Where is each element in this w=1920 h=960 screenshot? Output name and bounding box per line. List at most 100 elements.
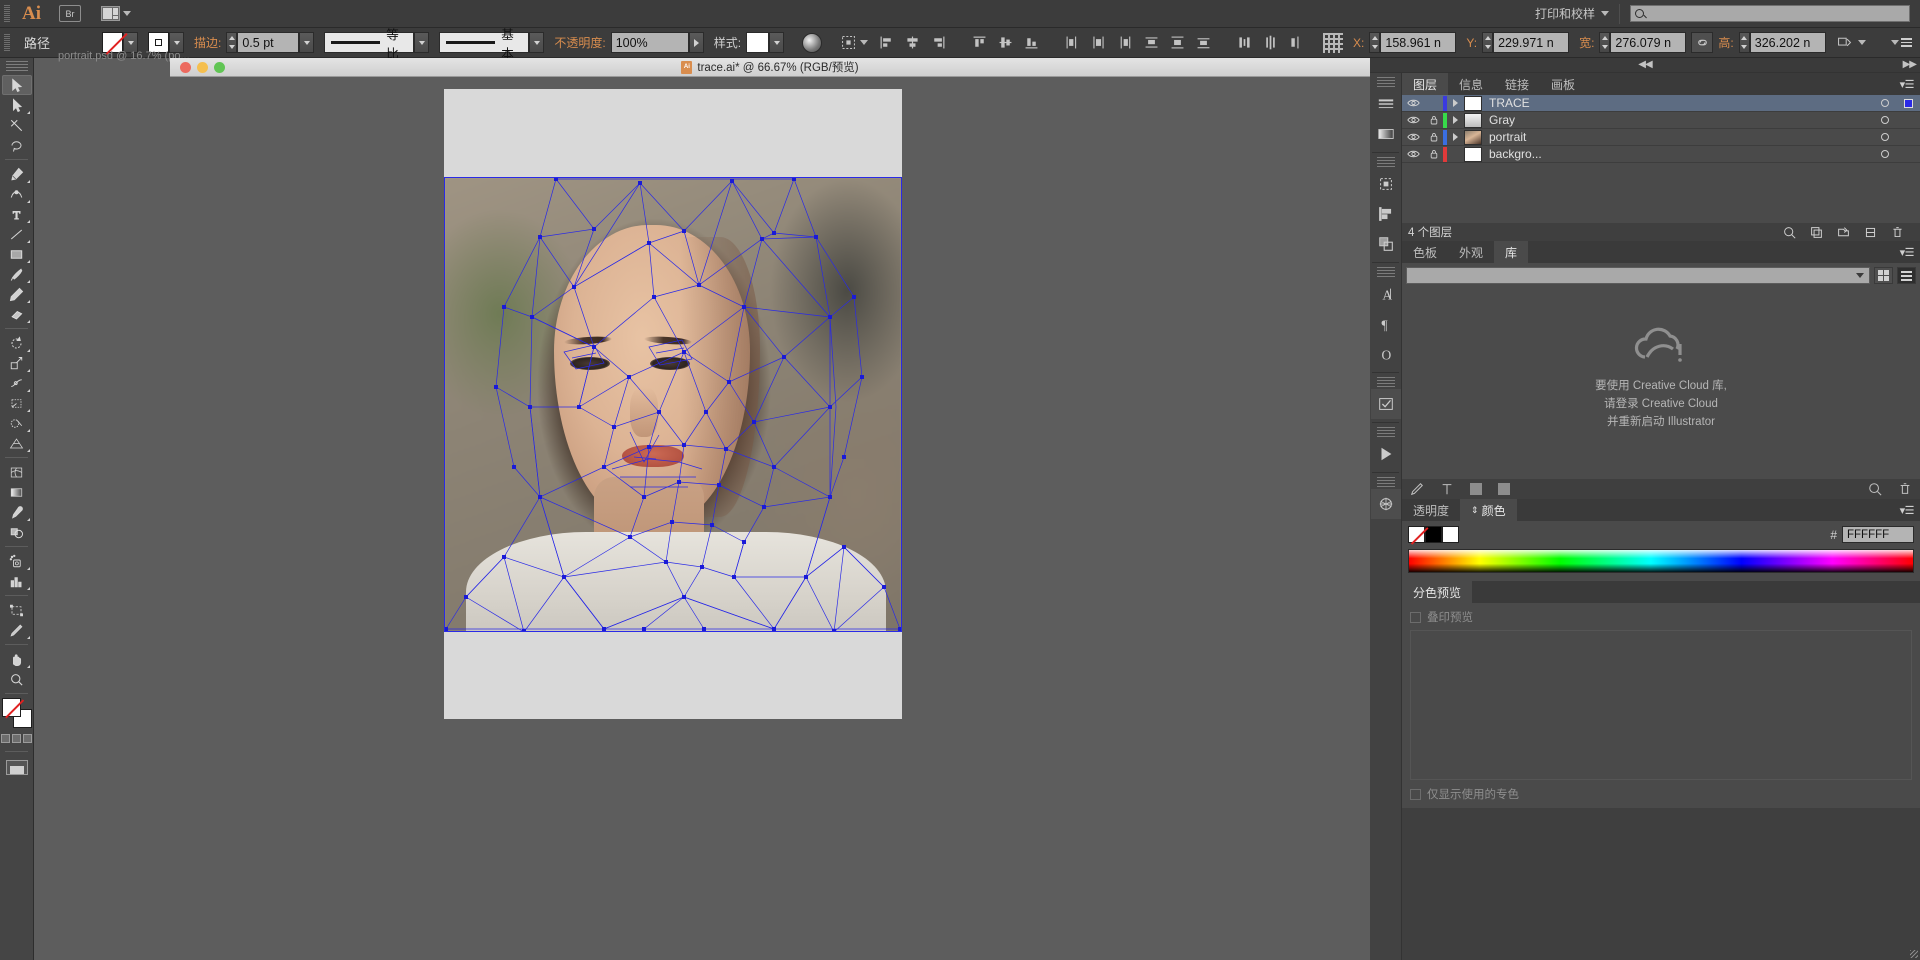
color-button[interactable]	[1, 734, 10, 743]
document-title-bar[interactable]: Ai trace.ai* @ 66.67% (RGB/预览)	[170, 58, 1370, 77]
create-new-layer-icon[interactable]	[1864, 226, 1877, 239]
tab-artboards[interactable]: 画板	[1540, 73, 1587, 95]
align-bottom-icon[interactable]	[1023, 34, 1040, 51]
tab-transparency[interactable]: 透明度	[1402, 499, 1461, 521]
transform-options-button[interactable]	[1836, 34, 1866, 51]
layer-name[interactable]: portrait	[1489, 130, 1874, 144]
align-center-h-icon[interactable]	[904, 34, 921, 51]
paragraph-panel-icon[interactable]: ¶	[1371, 309, 1401, 339]
stroke-panel-icon[interactable]	[1371, 89, 1401, 119]
add-text-icon[interactable]	[1440, 482, 1454, 496]
expand-layer-arrow-icon[interactable]	[1447, 99, 1464, 107]
help-search-input[interactable]	[1630, 5, 1910, 22]
stroke-weight-input[interactable]: 0.5 pt	[237, 32, 300, 53]
show-used-spot-colors-checkbox[interactable]	[1410, 788, 1421, 800]
overprint-preview-checkbox[interactable]	[1410, 611, 1421, 623]
layer-name[interactable]: backgro...	[1489, 147, 1874, 161]
library-select[interactable]	[1406, 267, 1870, 284]
layer-target-icon[interactable]	[1874, 116, 1896, 124]
height-stepper[interactable]	[1738, 32, 1750, 53]
direct-selection-tool[interactable]	[2, 95, 32, 115]
layers-empty-space[interactable]	[1402, 163, 1920, 223]
add-graphic-icon[interactable]	[1410, 482, 1424, 496]
reference-point-icon[interactable]	[1323, 32, 1344, 53]
zoom-tool[interactable]	[2, 669, 32, 689]
layer-name[interactable]: TRACE	[1489, 96, 1874, 110]
separation-preview-panel-icon[interactable]	[1370, 489, 1401, 519]
align-left-icon[interactable]	[878, 34, 895, 51]
lasso-tool[interactable]	[2, 135, 32, 155]
layer-selection-indicator[interactable]	[1896, 98, 1920, 108]
layer-row-background[interactable]: backgro...	[1402, 146, 1920, 163]
pen-tool[interactable]	[2, 164, 32, 184]
layer-target-icon[interactable]	[1874, 99, 1896, 107]
type-tool[interactable]: T	[2, 204, 32, 224]
attributes-panel-icon[interactable]	[1370, 389, 1401, 419]
stroke-weight-stepper[interactable]	[226, 32, 238, 53]
stroke-profile-dropdown-button[interactable]	[414, 32, 430, 53]
align-top-icon[interactable]	[971, 34, 988, 51]
pathfinder-panel-icon[interactable]	[1371, 229, 1401, 259]
tab-separation-preview[interactable]: 分色预览	[1402, 581, 1473, 603]
visibility-eye-icon[interactable]	[1402, 115, 1424, 125]
width-tool[interactable]	[2, 373, 32, 393]
menubar-grip[interactable]	[4, 4, 10, 23]
library-panel-menu-icon[interactable]: ▾☰	[1900, 246, 1915, 259]
distribute-spacing-h-icon[interactable]	[1236, 34, 1253, 51]
align-to-button[interactable]	[840, 34, 869, 51]
rail-grip-6[interactable]	[1376, 477, 1395, 487]
delete-icon[interactable]	[1898, 482, 1912, 496]
column-graph-tool[interactable]	[2, 571, 32, 591]
brush-definition-combo[interactable]: 基本	[439, 28, 530, 61]
document-canvas[interactable]	[170, 77, 1370, 960]
lock-icon[interactable]	[1424, 115, 1443, 125]
shape-builder-tool[interactable]	[2, 413, 32, 433]
align-panel-icon[interactable]	[1371, 199, 1401, 229]
layer-row-portrait[interactable]: portrait	[1402, 129, 1920, 146]
fill-color-swatch[interactable]	[1, 698, 21, 717]
distribute-center-h-icon[interactable]	[1090, 34, 1107, 51]
distribute-right-icon[interactable]	[1116, 34, 1133, 51]
make-clipping-mask-icon[interactable]	[1810, 226, 1823, 239]
hex-input[interactable]: FFFFFF	[1842, 526, 1914, 543]
stroke-profile-combo[interactable]: 等比	[324, 28, 415, 61]
none-swatch[interactable]	[1408, 526, 1425, 543]
tab-layers[interactable]: 图层	[1402, 73, 1449, 95]
y-stepper[interactable]	[1482, 32, 1494, 53]
delete-layer-icon[interactable]	[1891, 226, 1904, 239]
artboard-tool[interactable]	[2, 600, 32, 620]
none-button[interactable]	[23, 734, 32, 743]
rail-grip-5[interactable]	[1376, 427, 1395, 437]
opacity-dropdown-button[interactable]	[688, 32, 704, 53]
blend-tool[interactable]	[2, 522, 32, 542]
magic-wand-tool[interactable]	[2, 115, 32, 135]
list-view-icon[interactable]	[1897, 267, 1916, 284]
overprint-preview-row[interactable]: 叠印预览	[1410, 609, 1912, 625]
rail-grip-3[interactable]	[1376, 267, 1395, 277]
expand-layer-arrow-icon[interactable]	[1447, 116, 1464, 124]
width-input[interactable]: 276.079 n	[1610, 32, 1687, 53]
create-new-sublayer-icon[interactable]	[1837, 226, 1850, 239]
distribute-spacing-v-icon[interactable]	[1262, 34, 1279, 51]
locate-object-icon[interactable]	[1783, 226, 1796, 239]
pencil-tool[interactable]	[2, 284, 32, 304]
tab-info[interactable]: 信息	[1448, 73, 1495, 95]
actions-panel-icon[interactable]	[1371, 439, 1401, 469]
slice-tool[interactable]	[2, 620, 32, 640]
transform-panel-icon[interactable]	[1371, 169, 1401, 199]
grid-view-icon[interactable]	[1874, 267, 1893, 284]
paintbrush-tool[interactable]	[2, 264, 32, 284]
width-stepper[interactable]	[1599, 32, 1611, 53]
layers-panel-menu-icon[interactable]: ▾☰	[1900, 78, 1915, 91]
x-stepper[interactable]	[1369, 32, 1381, 53]
lock-icon[interactable]	[1424, 149, 1443, 159]
arrange-documents-button[interactable]	[101, 6, 131, 21]
x-input[interactable]: 158.961 n	[1380, 32, 1457, 53]
show-used-spot-colors-row[interactable]: 仅显示使用的专色	[1410, 786, 1912, 802]
layer-name[interactable]: Gray	[1489, 113, 1874, 127]
graphic-style-swatch[interactable]	[746, 32, 770, 53]
canvas-area[interactable]: portrait.psd @ 16.7% (po... Ai trace.ai*…	[34, 50, 1370, 960]
expand-panels-icon[interactable]: ▶▶	[1903, 60, 1917, 70]
workspace-chevron-down-icon[interactable]	[1601, 11, 1609, 16]
color-spectrum-ramp[interactable]	[1408, 549, 1914, 573]
